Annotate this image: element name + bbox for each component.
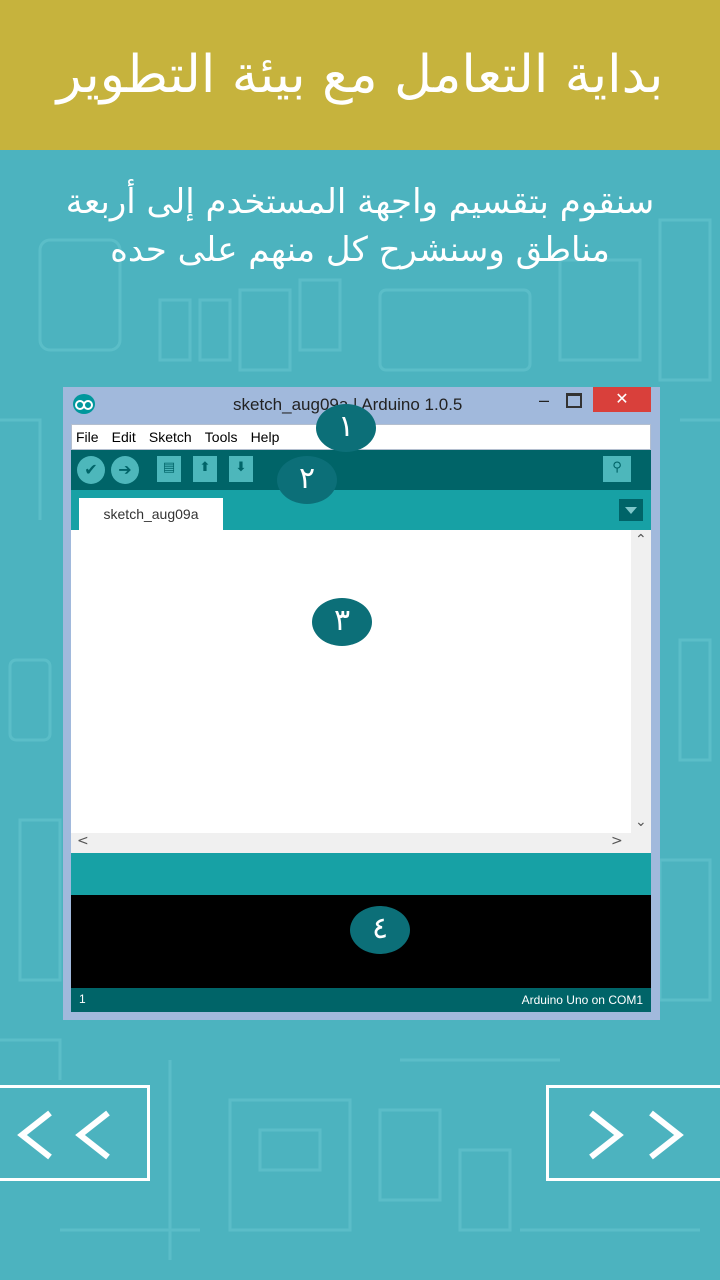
area-badge-2: ٢ — [277, 456, 337, 504]
status-bar — [71, 853, 651, 895]
header-banner: بداية التعامل مع بيئة التطوير — [0, 0, 720, 150]
scroll-down-icon[interactable]: ⌄ — [635, 814, 647, 830]
next-button[interactable] — [546, 1085, 720, 1181]
open-button[interactable]: ⬆ — [193, 456, 217, 482]
verify-button[interactable]: ✔ — [77, 456, 105, 484]
horizontal-scrollbar[interactable]: < > — [71, 833, 651, 853]
area-badge-3: ٣ — [312, 598, 372, 646]
area-badge-1: ١ — [316, 404, 376, 452]
maximize-button[interactable] — [566, 393, 582, 408]
intro-line-2: مناطق وسنشرح كل منهم على حده — [110, 230, 610, 270]
scroll-up-icon[interactable]: ⌃ — [635, 532, 647, 548]
menu-sketch[interactable]: Sketch — [145, 425, 196, 445]
save-button[interactable]: ⬇ — [229, 456, 253, 482]
scroll-right-icon[interactable]: > — [611, 833, 623, 849]
intro-text: سنقوم بتقسيم واجهة المستخدم إلى أربعة من… — [0, 178, 720, 274]
page-title: بداية التعامل مع بيئة التطوير — [56, 45, 664, 105]
line-number: 1 — [79, 992, 86, 1006]
tab-menu-button[interactable] — [619, 499, 643, 521]
close-button[interactable]: ✕ — [593, 387, 651, 412]
tab-bar: sketch_aug09a — [71, 490, 651, 530]
new-button[interactable]: ▤ — [157, 456, 181, 482]
minimize-button[interactable]: – — [533, 390, 555, 414]
scroll-left-icon[interactable]: < — [77, 833, 89, 849]
upload-button[interactable]: ➔ — [111, 456, 139, 484]
menu-file[interactable]: File — [72, 425, 103, 445]
code-editor[interactable]: ⌃ ⌄ — [71, 530, 651, 835]
menu-edit[interactable]: Edit — [108, 425, 140, 445]
toolbar: ✔ ➔ ▤ ⬆ ⬇ ⚲ — [71, 450, 651, 490]
previous-button[interactable] — [0, 1085, 150, 1181]
double-chevron-left-icon — [17, 1110, 110, 1160]
serial-monitor-icon[interactable]: ⚲ — [603, 456, 631, 482]
double-chevron-right-icon — [589, 1110, 684, 1160]
tab-sketch[interactable]: sketch_aug09a — [79, 498, 223, 530]
menu-help[interactable]: Help — [247, 425, 284, 445]
area-badge-4: ٤ — [350, 906, 410, 954]
footer-bar: 1 Arduino Uno on COM1 — [71, 988, 651, 1012]
menu-tools[interactable]: Tools — [201, 425, 242, 445]
board-port-label: Arduino Uno on COM1 — [521, 993, 643, 1007]
intro-line-1: سنقوم بتقسيم واجهة المستخدم إلى أربعة — [65, 182, 655, 222]
arduino-logo-icon — [73, 394, 95, 414]
vertical-scrollbar[interactable]: ⌃ ⌄ — [631, 530, 651, 835]
